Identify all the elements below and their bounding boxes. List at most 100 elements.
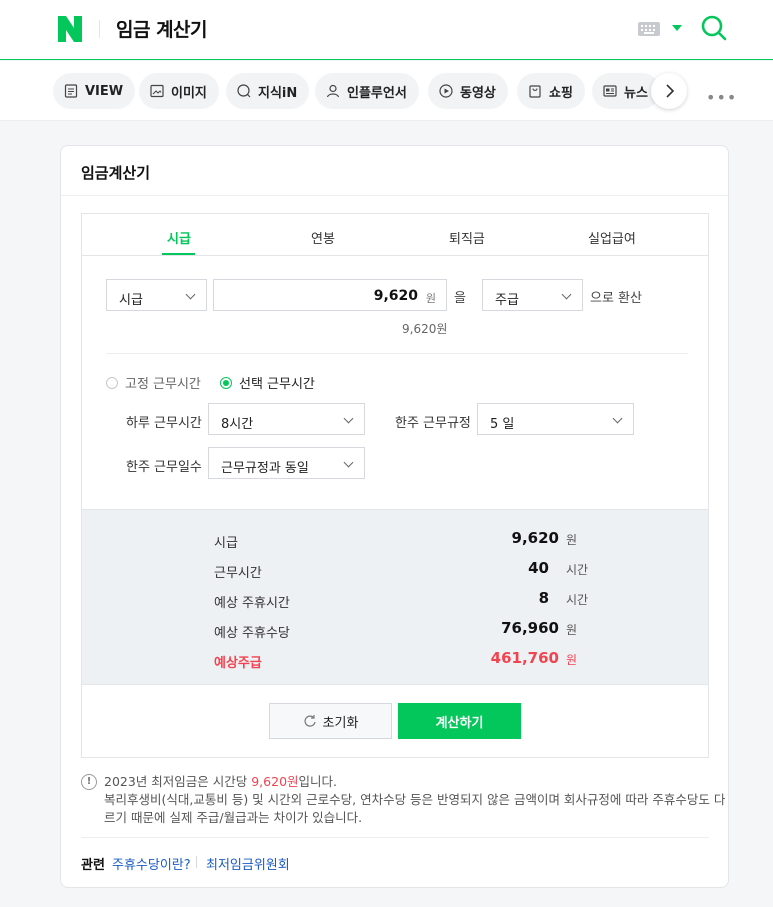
weekly-rule-label: 한주 근무규정: [395, 416, 471, 431]
radio-icon: [106, 376, 118, 389]
search-icon[interactable]: [700, 14, 728, 42]
tab-label: 지식iN: [258, 85, 298, 101]
result-unit: 시간: [566, 593, 589, 607]
result-unit: 원: [566, 623, 578, 637]
calculate-button[interactable]: 계산하기: [398, 703, 521, 739]
weekly-pay-value: 461,760: [490, 649, 559, 667]
active-tab-indicator: [162, 253, 195, 255]
divider: [106, 353, 688, 354]
chevron-down-icon: [612, 413, 623, 424]
daily-hours-label: 하루 근무시간: [126, 416, 202, 431]
amount-unit: 원: [425, 292, 436, 305]
chevron-down-icon: [561, 289, 572, 300]
chevron-down-icon: [185, 289, 196, 300]
calculate-label: 계산하기: [435, 715, 484, 731]
radio-selected-icon: [220, 376, 232, 389]
scroll-right-button[interactable]: [651, 73, 687, 109]
weekly-pay-unit: 원: [566, 653, 578, 667]
select-value: 주급: [495, 293, 519, 308]
select-value: 5 일: [490, 417, 515, 432]
divider: [99, 20, 100, 38]
result-value: 40: [528, 559, 549, 577]
chevron-down-icon: [343, 457, 354, 468]
select-value: 8시간: [221, 417, 254, 432]
tab-image[interactable]: 이미지: [139, 73, 219, 109]
divider: [196, 856, 197, 868]
weekly-pay-label: 예상주급: [214, 656, 262, 671]
weekly-rule-select[interactable]: 5 일: [477, 403, 634, 435]
disclaimer-line: 르기 때문에 실제 주급/월급과는 차이가 있습니다.: [104, 810, 363, 825]
weekly-days-select[interactable]: 근무규정과 동일: [208, 447, 365, 479]
reset-label: 초기화: [322, 715, 359, 731]
naver-logo[interactable]: [58, 16, 82, 42]
select-value: 시급: [119, 293, 143, 308]
tab-video[interactable]: 동영상: [428, 73, 508, 109]
note-text: 2023년 최저임금은 시간당: [104, 774, 252, 789]
divider: [61, 195, 728, 196]
person-icon: [326, 84, 340, 98]
tab-unemployment[interactable]: 실업급여: [588, 228, 636, 247]
convert-suffix: 으로 환산: [590, 291, 642, 306]
info-icon: !: [81, 774, 97, 790]
to-unit-select[interactable]: 주급: [482, 279, 583, 311]
dropdown-arrow-icon[interactable]: [672, 25, 682, 31]
note-text: 입니다.: [298, 774, 338, 789]
amount-input[interactable]: 9,620 원: [213, 279, 447, 311]
result-value: 76,960: [501, 619, 559, 637]
search-query[interactable]: 임금 계산기: [116, 15, 208, 42]
calculator-panel: 시급 연봉 퇴직금 실업급여 시급 9,620 원 을 주급 으로 환산 9,6…: [81, 213, 709, 758]
result-value: 8: [538, 589, 549, 607]
play-icon: [439, 84, 453, 98]
card-title: 임금계산기: [81, 164, 151, 182]
image-icon: [150, 84, 164, 98]
chevron-right-icon: [666, 84, 675, 98]
result-label: 예상 주휴수당: [214, 626, 290, 641]
amount-value: 9,620: [373, 288, 418, 304]
tab-label: 뉴스: [624, 85, 648, 101]
tab-label: 인플루언서: [347, 85, 407, 101]
min-wage-note: 2023년 최저임금은 시간당 9,620원입니다.: [104, 773, 337, 791]
link-minimum-wage-commission[interactable]: 최저임금위원회: [206, 854, 290, 873]
document-icon: [64, 84, 78, 98]
result-value: 9,620: [511, 529, 559, 547]
select-value: 근무규정과 동일: [221, 461, 309, 476]
tab-view[interactable]: VIEW: [53, 73, 136, 109]
reset-button[interactable]: 초기화: [269, 703, 392, 739]
from-unit-select[interactable]: 시급: [106, 279, 207, 311]
calc-tabs: 시급 연봉 퇴직금 실업급여: [82, 214, 708, 256]
disclaimer-line: 복리후생비(식대,교통비 등) 및 시간외 근로수당, 연차수당 등은 반영되지…: [104, 792, 726, 807]
radio-selected-hours[interactable]: 선택 근무시간: [220, 373, 315, 392]
refresh-icon: [304, 715, 316, 727]
tab-label: 쇼핑: [549, 85, 573, 101]
tab-annual[interactable]: 연봉: [311, 228, 335, 247]
tab-influencer[interactable]: 인플루언서: [315, 73, 419, 109]
keyboard-icon[interactable]: [638, 22, 660, 36]
particle-text: 을: [454, 291, 466, 306]
daily-hours-select[interactable]: 8시간: [208, 403, 365, 435]
tab-kin[interactable]: 지식iN: [226, 73, 310, 109]
qa-icon: [237, 84, 251, 98]
wage-calculator-card: 임금계산기 시급 연봉 퇴직금 실업급여 시급 9,620 원 을 주급 으로 …: [60, 145, 729, 888]
result-label: 시급: [214, 536, 238, 551]
weekly-days-label: 한주 근무일수: [126, 460, 202, 475]
min-wage-highlight: 9,620원: [251, 774, 299, 789]
radio-fixed-hours[interactable]: 고정 근무시간: [106, 373, 201, 392]
top-bar: 임금 계산기: [0, 0, 773, 60]
more-icon[interactable]: •••: [706, 88, 737, 107]
link-weekly-holiday-pay[interactable]: 주휴수당이란?: [112, 854, 191, 873]
amount-text: 9,620원: [402, 322, 448, 336]
tab-label: VIEW: [85, 83, 124, 99]
result-panel: 시급 9,620 원 근무시간 40 시간 예상 주휴시간 8 시간 예상 주휴…: [82, 509, 708, 685]
tab-severance[interactable]: 퇴직금: [449, 228, 485, 247]
radio-label: 선택 근무시간: [239, 377, 315, 392]
result-unit: 원: [566, 533, 578, 547]
news-icon: [603, 85, 617, 97]
chevron-down-icon: [343, 413, 354, 424]
tab-shopping[interactable]: 쇼핑: [517, 73, 585, 109]
radio-label: 고정 근무시간: [125, 377, 201, 392]
bag-icon: [529, 85, 541, 98]
tab-label: 이미지: [171, 85, 207, 101]
tab-label: 동영상: [460, 85, 496, 101]
tab-hourly[interactable]: 시급: [167, 228, 191, 247]
tab-news[interactable]: 뉴스: [592, 73, 660, 109]
